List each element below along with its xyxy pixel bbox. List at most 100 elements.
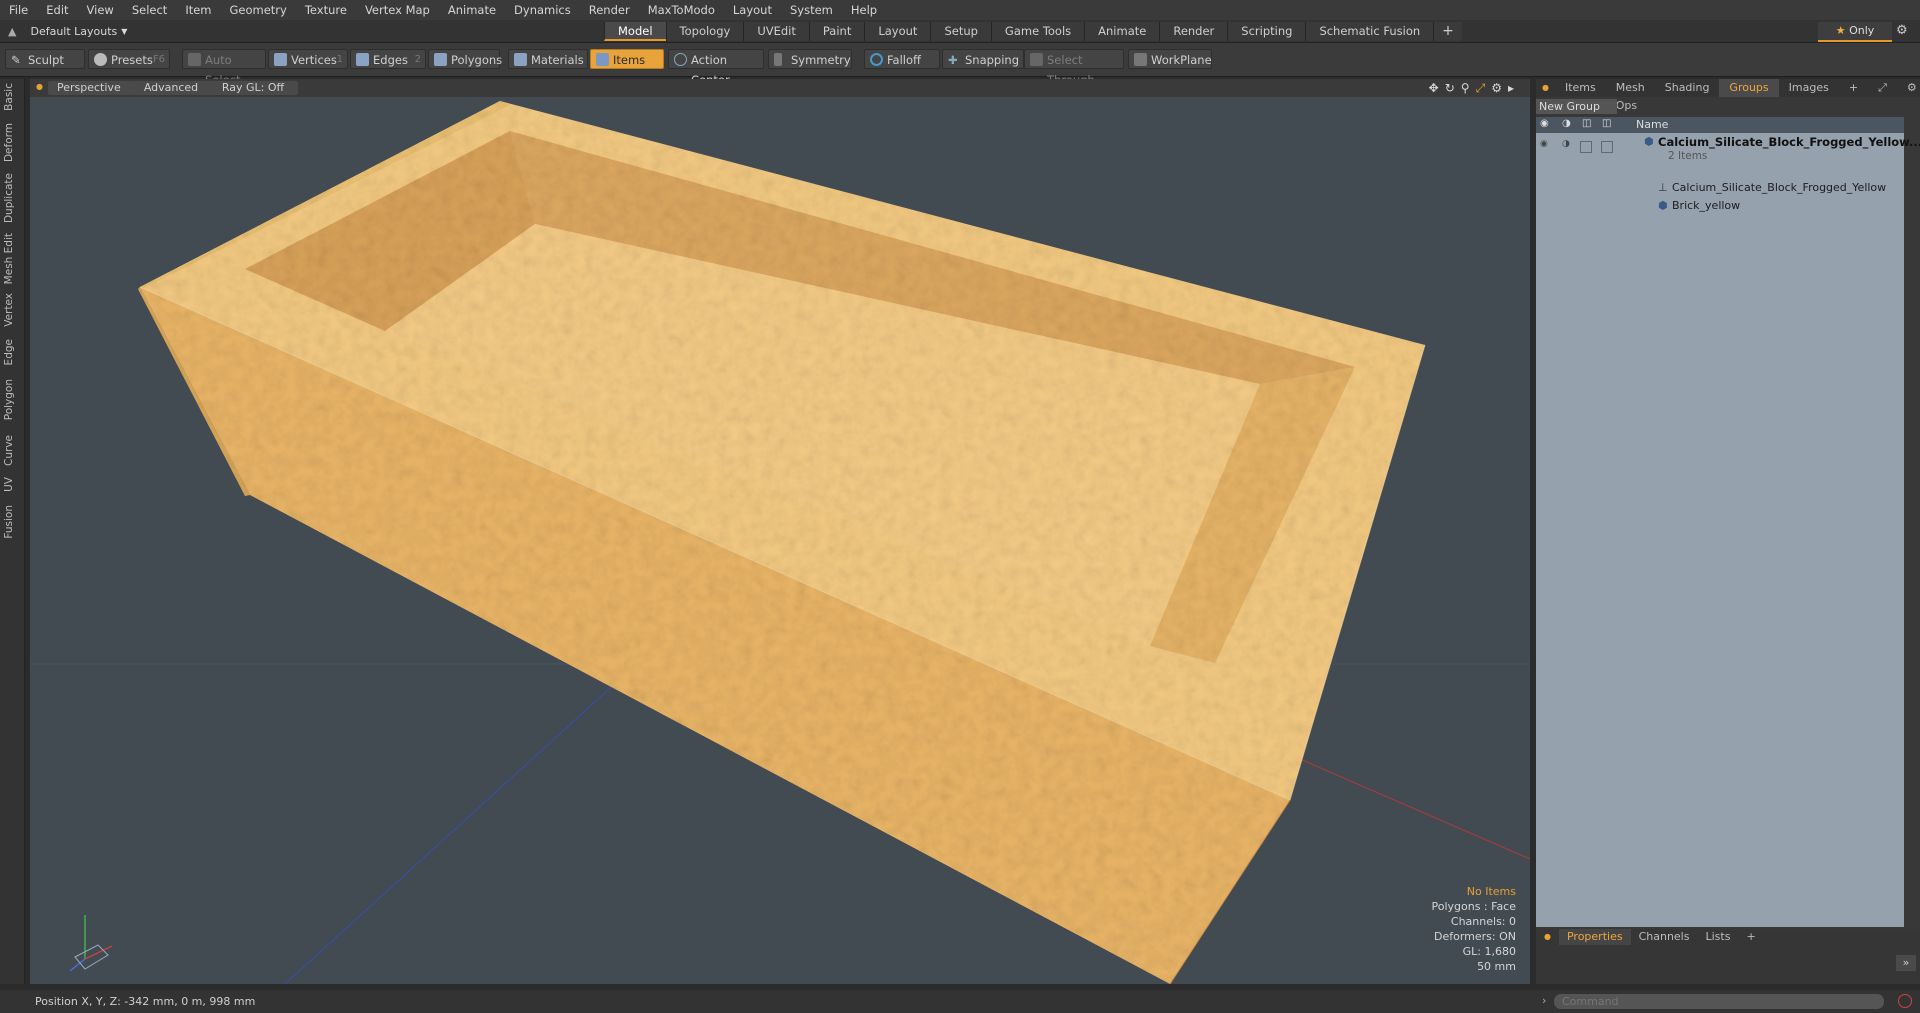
menu-view[interactable]: View (78, 0, 123, 20)
menu-edit[interactable]: Edit (37, 0, 77, 20)
vtab-uv[interactable]: UV (3, 477, 21, 492)
fit-view-icon[interactable]: ⤢ (1476, 81, 1486, 96)
tab-properties[interactable]: Properties (1558, 929, 1631, 945)
viewport-gear-icon[interactable]: ⚙ (1491, 81, 1502, 96)
vertices-button[interactable]: Vertices 1 (268, 49, 348, 69)
vtab-fusion[interactable]: Fusion (3, 505, 21, 539)
menu-geometry[interactable]: Geometry (221, 0, 296, 20)
menu-maxtomodo[interactable]: MaxToModo (639, 0, 724, 20)
tab-uvedit[interactable]: UVEdit (743, 22, 809, 41)
vtab-edge[interactable]: Edge (3, 339, 21, 365)
layout-dropdown[interactable]: ▲ Default Layouts ▼ (8, 20, 127, 42)
shading-mode-button[interactable]: Advanced (128, 81, 214, 95)
rotate-view-icon[interactable]: ↻ (1445, 81, 1455, 96)
render-col-icon[interactable]: ◑ (1562, 118, 1571, 129)
menu-layout[interactable]: Layout (724, 0, 781, 20)
gear-icon[interactable]: ⚙ (1896, 23, 1912, 39)
viewport-expand-icon[interactable]: ▸ (1508, 81, 1514, 96)
tab-lists[interactable]: Lists (1697, 929, 1738, 945)
command-stop-icon[interactable] (1898, 994, 1912, 1008)
tab-items[interactable]: Items (1555, 79, 1606, 97)
add-tab-icon[interactable]: + (1433, 22, 1462, 41)
move-view-icon[interactable]: ✥ (1429, 81, 1439, 96)
tab-render[interactable]: Render (1159, 22, 1228, 41)
vtab-basic[interactable]: Basic (3, 83, 21, 111)
mesh-icon: ⬢ (1658, 199, 1668, 212)
tab-topology[interactable]: Topology (665, 22, 744, 41)
vtab-mesh-edit[interactable]: Mesh Edit (3, 233, 21, 284)
items-button[interactable]: Items (590, 49, 664, 69)
edges-button[interactable]: Edges 2 (350, 49, 426, 69)
materials-button[interactable]: Materials (508, 49, 588, 69)
tab-schematic-fusion[interactable]: Schematic Fusion (1305, 22, 1434, 41)
menu-help[interactable]: Help (842, 0, 886, 20)
vtab-duplicate[interactable]: Duplicate (3, 173, 21, 223)
menu-animate[interactable]: Animate (439, 0, 505, 20)
groups-list-header: ◉ ◑ ◫ ◫ Name (1536, 117, 1904, 133)
view-mode-button[interactable]: Perspective (48, 81, 130, 95)
tab-game-tools[interactable]: Game Tools (990, 22, 1085, 41)
tab-images[interactable]: Images (1779, 79, 1839, 97)
polygons-button[interactable]: Polygons (428, 49, 502, 69)
render-toggle-icon[interactable]: ◑ (1562, 139, 1570, 149)
group-row[interactable]: ◉ ◑ ⬢ Calcium_Silicate_Block_Frogged_Yel… (1536, 135, 1920, 162)
panel-dot-icon[interactable]: ● (1536, 79, 1555, 97)
workplane-button[interactable]: WorkPlane (1128, 49, 1212, 69)
falloff-button[interactable]: Falloff (864, 49, 940, 69)
symmetry-button[interactable]: Symmetry (768, 49, 852, 69)
select-checkbox[interactable] (1601, 141, 1613, 153)
groups-list[interactable]: ◉ ◑ ◫ ◫ Name ◉ ◑ ⬢ Calcium_Silicate_Bloc… (1536, 117, 1920, 927)
visibility-col-icon[interactable]: ◉ (1540, 118, 1549, 129)
select-through-button[interactable]: Select Through (1024, 49, 1124, 87)
panel-gear-icon[interactable]: ⚙ (1897, 79, 1920, 97)
eye-icon[interactable]: ◉ (1540, 139, 1548, 149)
tab-scripting[interactable]: Scripting (1227, 22, 1306, 41)
tab-animate[interactable]: Animate (1084, 22, 1160, 41)
auto-select-button[interactable]: Auto Select (182, 49, 266, 87)
add-properties-tab-icon[interactable]: + (1738, 929, 1763, 945)
menu-item[interactable]: Item (176, 0, 220, 20)
menu-system[interactable]: System (781, 0, 842, 20)
new-group-button[interactable]: New Group (1536, 99, 1617, 114)
tab-channels[interactable]: Channels (1631, 929, 1698, 945)
menu-file[interactable]: File (0, 0, 37, 20)
vtab-curve[interactable]: Curve (3, 435, 21, 466)
list-item[interactable]: ⬢ Brick_yellow (1536, 199, 1904, 214)
properties-expand-icon[interactable]: » (1896, 955, 1916, 971)
tab-setup[interactable]: Setup (930, 22, 991, 41)
presets-button[interactable]: Presets F6 (88, 49, 170, 69)
home-icon[interactable]: ▲ (8, 25, 16, 38)
tab-groups[interactable]: Groups (1719, 79, 1779, 97)
snapping-button[interactable]: ✚ Snapping (942, 49, 1024, 69)
add-panel-tab-icon[interactable]: + (1839, 79, 1868, 97)
menu-vertex-map[interactable]: Vertex Map (356, 0, 439, 20)
3d-viewport[interactable]: ● Perspective Advanced Ray GL: Off ✥ ↻ ⚲… (30, 79, 1530, 984)
tab-paint[interactable]: Paint (808, 22, 865, 41)
raygl-button[interactable]: Ray GL: Off (208, 81, 298, 95)
info-channels: Channels: 0 (1450, 915, 1516, 928)
lock-col-icon[interactable]: ◫ (1582, 118, 1591, 129)
action-center-button[interactable]: Action Center (668, 49, 764, 87)
select-col-icon[interactable]: ◫ (1602, 118, 1611, 129)
vtab-vertex[interactable]: Vertex (3, 293, 21, 327)
name-column-header[interactable]: Name (1636, 118, 1668, 131)
vtab-deform[interactable]: Deform (3, 123, 21, 162)
tab-model[interactable]: Model (604, 22, 666, 41)
list-item[interactable]: ⊥ Calcium_Silicate_Block_Frogged_Yellow (1536, 181, 1904, 196)
tab-shading[interactable]: Shading (1655, 79, 1720, 97)
tab-layout[interactable]: Layout (864, 22, 931, 41)
tab-mesh-ops[interactable]: Mesh Ops (1606, 79, 1655, 112)
panel-expand-icon[interactable]: ⤢ (1868, 79, 1897, 97)
only-toggle[interactable]: ★ Only (1818, 22, 1892, 42)
sculpt-button[interactable]: ✎ Sculpt (5, 49, 85, 69)
viewport-dot-icon[interactable]: ● (36, 82, 43, 91)
lock-checkbox[interactable] (1580, 141, 1592, 153)
command-input[interactable] (1554, 994, 1884, 1009)
menu-render[interactable]: Render (580, 0, 639, 20)
menu-select[interactable]: Select (123, 0, 176, 20)
menu-texture[interactable]: Texture (296, 0, 356, 20)
menu-dynamics[interactable]: Dynamics (505, 0, 580, 20)
zoom-view-icon[interactable]: ⚲ (1461, 81, 1470, 96)
properties-dot-icon[interactable]: ● (1536, 929, 1559, 945)
vtab-polygon[interactable]: Polygon (3, 379, 21, 420)
